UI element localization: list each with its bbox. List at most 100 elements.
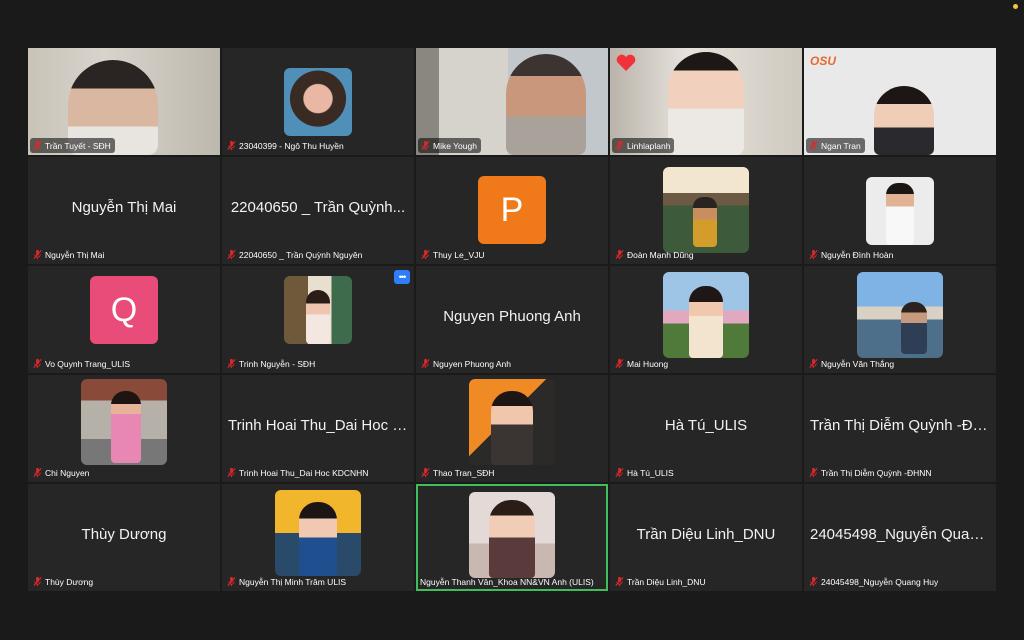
participant-name: Đoàn Mạnh Dũng xyxy=(627,249,694,260)
participant-display-name: Trần Diệu Linh_DNU xyxy=(636,526,776,543)
participant-name: Nguyễn Thanh Vân_Khoa NN&VN Anh (ULIS) xyxy=(420,576,594,587)
more-options-button[interactable]: ••• xyxy=(394,270,410,284)
participant-name-label: 23040399 - Ngô Thu Huyền xyxy=(224,138,348,153)
mic-muted-icon xyxy=(227,249,236,260)
participant-name-label: Nguyễn Thị Mai xyxy=(30,247,108,262)
mic-muted-icon xyxy=(227,358,236,369)
participant-name-label: 22040650 _ Trần Quỳnh Nguyên xyxy=(224,247,366,262)
participant-name-label: Trần Tuyết - SĐH xyxy=(30,138,115,153)
participant-display-name: Trinh Hoai Thu_Dai Hoc K... xyxy=(228,417,408,434)
participant-display-name: Nguyen Phuong Anh xyxy=(443,308,581,325)
participant-name-label: Ngan Tran xyxy=(806,138,865,153)
mic-muted-icon xyxy=(809,358,818,369)
participant-tile[interactable]: 24045498_Nguyễn Quan... 24045498_Nguyễn … xyxy=(804,484,996,591)
participant-tile[interactable]: Trần Diệu Linh_DNU Trần Diệu Linh_DNU xyxy=(610,484,802,591)
participant-tile[interactable]: Trinh Hoai Thu_Dai Hoc K... Trinh Hoai T… xyxy=(222,375,414,482)
participant-tile[interactable]: Hà Tú_ULIS Hà Tú_ULIS xyxy=(610,375,802,482)
participant-name: Nguyễn Thị Minh Trâm ULIS xyxy=(239,576,347,587)
mic-muted-icon xyxy=(33,249,42,260)
gallery-grid: Trần Tuyết - SĐH 23040399 - Ngô Thu Huyề… xyxy=(28,48,996,593)
mic-muted-icon xyxy=(809,576,818,587)
participant-tile[interactable]: Nguyễn Đình Hoàn xyxy=(804,157,996,264)
osu-logo-icon: OSU xyxy=(810,54,837,68)
participant-name: Mai Huong xyxy=(627,358,669,369)
participant-name: Nguyễn Thị Mai xyxy=(45,249,105,260)
participant-name-label: Mai Huong xyxy=(612,356,672,371)
participant-tile[interactable]: Nguyễn Văn Thắng xyxy=(804,266,996,373)
participant-tile-active-speaker[interactable]: Nguyễn Thanh Vân_Khoa NN&VN Anh (ULIS) xyxy=(416,484,608,591)
participant-tile[interactable]: 22040650 _ Trần Quỳnh... 22040650 _ Trần… xyxy=(222,157,414,264)
participant-name: 24045498_Nguyễn Quang Huy xyxy=(821,576,939,587)
participant-tile[interactable]: Nguyễn Thị Minh Trâm ULIS xyxy=(222,484,414,591)
participant-name: Trinh Nguyễn - SĐH xyxy=(239,358,316,369)
participant-name: Vo Quynh Trang_ULIS xyxy=(45,358,131,369)
mic-muted-icon xyxy=(33,576,42,587)
participant-tile[interactable]: P Thuy Le_VJU xyxy=(416,157,608,264)
participant-name-label: Trần Diệu Linh_DNU xyxy=(612,574,710,589)
participant-tile[interactable]: Linhlaplanh xyxy=(610,48,802,155)
participant-tile[interactable]: Trần Thị Diễm Quỳnh -ĐH... Trần Thị Diễm… xyxy=(804,375,996,482)
participant-name-label: Nguyễn Đình Hoàn xyxy=(806,247,897,262)
participant-display-name: Trần Thị Diễm Quỳnh -ĐH... xyxy=(810,417,990,434)
mic-muted-icon xyxy=(227,576,236,587)
participant-name: Nguyễn Văn Thắng xyxy=(821,358,895,369)
participant-tile[interactable]: Đoàn Mạnh Dũng xyxy=(610,157,802,264)
participant-display-name: 24045498_Nguyễn Quan... xyxy=(810,526,990,543)
mic-muted-icon xyxy=(227,140,236,151)
mic-muted-icon xyxy=(421,140,430,151)
participant-name-label: Trần Thị Diễm Quỳnh -ĐHNN xyxy=(806,465,936,480)
participant-name-label: Thao Tran_SĐH xyxy=(418,465,498,480)
mic-muted-icon xyxy=(421,467,430,478)
participant-name-label: Nguyễn Thanh Vân_Khoa NN&VN Anh (ULIS) xyxy=(418,574,598,589)
mic-muted-icon xyxy=(615,249,624,260)
participant-tile[interactable]: Thùy Dương Thùy Dương xyxy=(28,484,220,591)
participant-name: Trần Tuyết - SĐH xyxy=(45,140,111,151)
heart-reaction-icon xyxy=(616,54,636,71)
participant-photo xyxy=(275,490,361,576)
participant-tile[interactable]: Q Vo Quynh Trang_ULIS xyxy=(28,266,220,373)
participant-photo xyxy=(469,492,555,578)
mic-muted-icon xyxy=(33,140,42,151)
participant-tile[interactable]: Trinh Nguyễn - SĐH xyxy=(222,266,414,373)
participant-video xyxy=(284,68,352,136)
mic-muted-icon xyxy=(33,467,42,478)
participant-tile[interactable]: Chi Nguyen xyxy=(28,375,220,482)
participant-tile[interactable]: Nguyen Phuong Anh Nguyen Phuong Anh xyxy=(416,266,608,373)
participant-photo xyxy=(81,379,167,465)
participant-name-label: Chi Nguyen xyxy=(30,465,93,480)
mic-muted-icon xyxy=(809,467,818,478)
participant-tile[interactable]: Mike Yough xyxy=(416,48,608,155)
participant-name: Chi Nguyen xyxy=(45,467,90,478)
participant-name: Nguyễn Đình Hoàn xyxy=(821,249,894,260)
participant-name-label: Đoàn Mạnh Dũng xyxy=(612,247,698,262)
participant-name-label: Vo Quynh Trang_ULIS xyxy=(30,356,134,371)
mic-muted-icon xyxy=(421,358,430,369)
participant-name-label: Mike Yough xyxy=(418,138,481,153)
participant-tile[interactable]: Mai Huong xyxy=(610,266,802,373)
participant-name: Trần Diệu Linh_DNU xyxy=(627,576,706,587)
participant-name-label: Trinh Nguyễn - SĐH xyxy=(224,356,319,371)
participant-name-label: Thuy Le_VJU xyxy=(418,247,489,262)
participant-name: Ngan Tran xyxy=(821,140,861,151)
participant-photo xyxy=(663,272,749,358)
mic-muted-icon xyxy=(615,358,624,369)
participant-tile[interactable]: Thao Tran_SĐH xyxy=(416,375,608,482)
participant-avatar: P xyxy=(478,176,546,244)
participant-name: Trinh Hoai Thu_Dai Hoc KDCNHN xyxy=(239,467,369,478)
participant-name: Thuy Le_VJU xyxy=(433,249,485,260)
participant-display-name: Hà Tú_ULIS xyxy=(664,417,748,434)
participant-name: Mike Yough xyxy=(433,140,477,151)
participant-tile[interactable]: Nguyễn Thị Mai Nguyễn Thị Mai xyxy=(28,157,220,264)
participant-photo xyxy=(284,276,352,344)
participant-tile[interactable]: OSU Ngan Tran xyxy=(804,48,996,155)
participant-name-label: Trinh Hoai Thu_Dai Hoc KDCNHN xyxy=(224,465,372,480)
participant-name-label: Linhlaplanh xyxy=(612,138,675,153)
participant-tile[interactable]: Trần Tuyết - SĐH xyxy=(28,48,220,155)
participant-tile[interactable]: 23040399 - Ngô Thu Huyền xyxy=(222,48,414,155)
mic-muted-icon xyxy=(615,140,624,151)
window-status-dot xyxy=(1013,4,1018,9)
participant-display-name: Nguyễn Thị Mai xyxy=(71,199,177,216)
mic-muted-icon xyxy=(809,140,818,151)
participant-name: 22040650 _ Trần Quỳnh Nguyên xyxy=(239,249,363,260)
participant-name-label: Thùy Dương xyxy=(30,574,97,589)
